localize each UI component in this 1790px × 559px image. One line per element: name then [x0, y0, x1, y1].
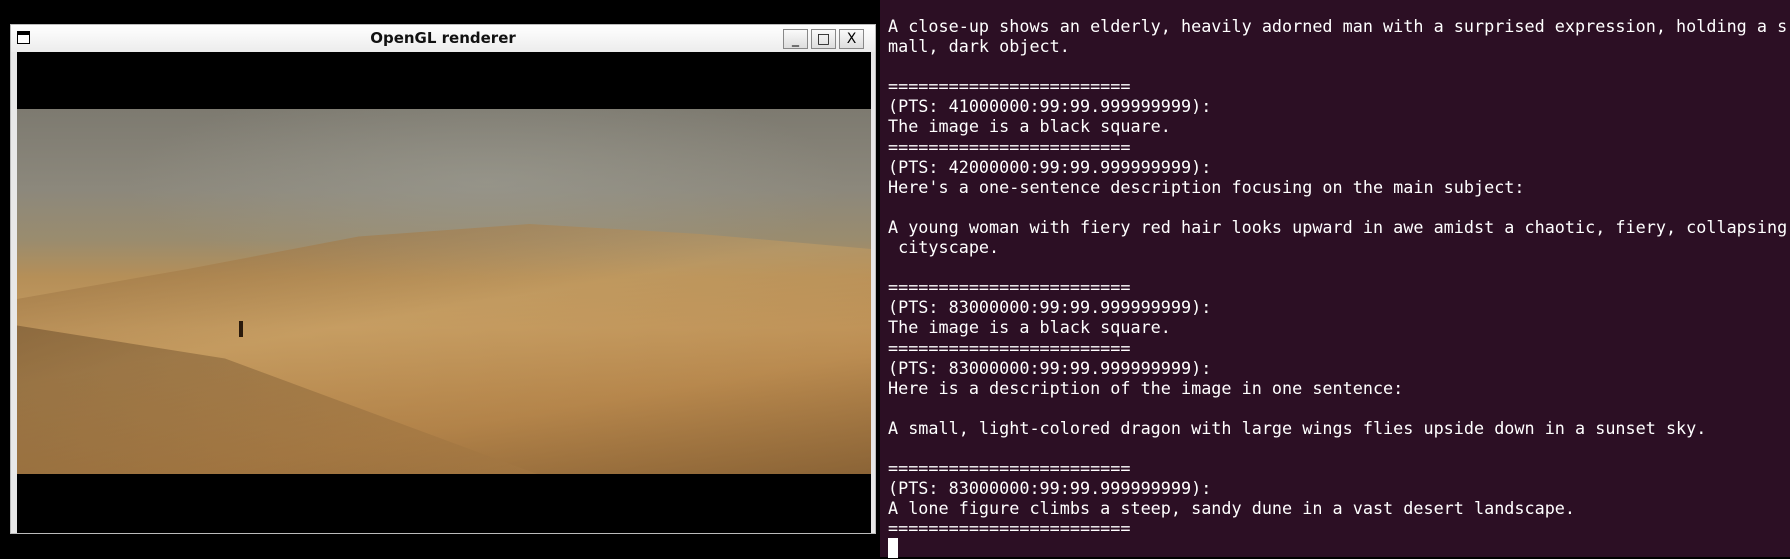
- terminal-line: Here's a one-sentence description focusi…: [888, 176, 1525, 197]
- terminal-line: ========================: [888, 337, 1131, 358]
- window-title: OpenGL renderer: [370, 29, 516, 47]
- terminal-line: (PTS: 41000000:99:99.999999999):: [888, 96, 1212, 117]
- terminal-line: A lone figure climbs a steep, sandy dune…: [888, 498, 1576, 519]
- maximize-button[interactable]: □: [811, 29, 836, 49]
- terminal-line: A young woman with fiery red hair looks …: [888, 216, 1788, 237]
- terminal-line: Here is a description of the image in on…: [888, 377, 1404, 398]
- terminal-line: (PTS: 83000000:99:99.999999999):: [888, 297, 1212, 318]
- terminal-line: (PTS: 83000000:99:99.999999999):: [888, 357, 1212, 378]
- terminal-line: cityscape.: [888, 237, 1000, 258]
- window-titlebar[interactable]: OpenGL renderer _ □ X: [11, 25, 875, 52]
- terminal-cursor: [888, 538, 898, 559]
- terminal-line: A close-up shows an elderly, heavily ado…: [888, 16, 1788, 36]
- minimize-button[interactable]: _: [783, 29, 808, 49]
- terminal-line: ========================: [888, 136, 1131, 157]
- terminal-line: ========================: [888, 458, 1131, 479]
- opengl-renderer-window: OpenGL renderer _ □ X: [10, 24, 876, 534]
- terminal-line: The image is a black square.: [888, 116, 1171, 137]
- terminal-line: (PTS: 83000000:99:99.999999999):: [888, 478, 1212, 499]
- terminal-line: mall, dark object.: [888, 36, 1070, 57]
- video-viewport: [17, 52, 871, 533]
- terminal-line: ========================: [888, 518, 1131, 539]
- terminal-line: The image is a black square.: [888, 317, 1171, 338]
- terminal-line: (PTS: 42000000:99:99.999999999):: [888, 156, 1212, 177]
- lone-figure: [239, 321, 243, 337]
- desert-video-frame: [17, 109, 871, 474]
- terminal-output[interactable]: A close-up shows an elderly, heavily ado…: [880, 0, 1790, 559]
- terminal-line: A small, light-colored dragon with large…: [888, 417, 1707, 438]
- terminal-line: ========================: [888, 277, 1131, 298]
- terminal-line: ========================: [888, 76, 1131, 97]
- close-button[interactable]: X: [839, 29, 864, 49]
